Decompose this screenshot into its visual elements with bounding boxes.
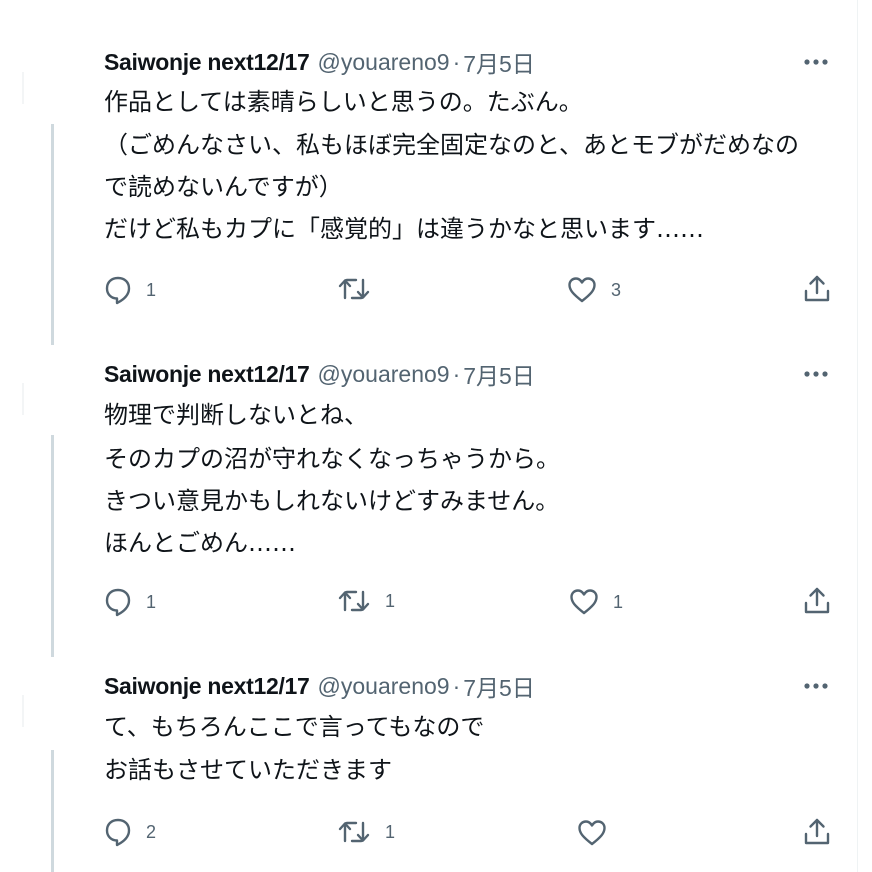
- heart-icon: [567, 276, 597, 304]
- retweet-button[interactable]: 1: [337, 818, 395, 846]
- reply-bubble-icon: [104, 587, 132, 617]
- author-handle[interactable]: @youareno9: [318, 49, 450, 76]
- author-handle[interactable]: @youareno9: [318, 361, 450, 388]
- heart-icon: [577, 819, 607, 847]
- retweet-icon: [337, 587, 371, 615]
- tweet-text-line: で読めないんですが）: [104, 173, 343, 201]
- tweet-text-line: そのカプの沼が守れなくなっちゃうから。: [104, 445, 560, 473]
- author-name[interactable]: Saiwonje next12/17: [104, 673, 310, 700]
- tweet-text-line: だけど私もカプに「感覚的」は違うかなと思います……: [104, 215, 704, 243]
- heart-icon: [569, 588, 599, 616]
- retweet-icon: [337, 275, 371, 303]
- share-upload-icon: [803, 817, 831, 847]
- reply-bubble-icon: [104, 817, 132, 847]
- retweet-button[interactable]: 1: [337, 587, 395, 615]
- tweet-text-line: て、もちろんここで言ってもなので: [104, 713, 485, 741]
- more-icon[interactable]: [796, 45, 836, 79]
- share-button[interactable]: [803, 817, 831, 847]
- tweet-date[interactable]: 7月5日: [463, 357, 535, 391]
- thread-line: [51, 124, 54, 345]
- more-icon[interactable]: [796, 357, 836, 391]
- avatar-placeholder: [22, 695, 24, 727]
- share-button[interactable]: [803, 586, 831, 616]
- like-count: 3: [611, 279, 622, 300]
- tweet-text-line: 物理で判断しないとね、: [104, 401, 368, 429]
- tweet[interactable]: Saiwonje next12/17 @youareno9 · 7月5日 て、も…: [0, 657, 857, 872]
- tweet-text-line: ほんとごめん……: [104, 529, 296, 557]
- separator-dot: ·: [452, 48, 461, 75]
- tweet-date[interactable]: 7月5日: [463, 45, 535, 79]
- tweet-date[interactable]: 7月5日: [463, 669, 535, 703]
- author-handle[interactable]: @youareno9: [318, 673, 450, 700]
- tweet[interactable]: Saiwonje next12/17 @youareno9 · 7月5日 物理で…: [0, 345, 857, 657]
- retweet-button[interactable]: [337, 275, 385, 303]
- more-icon[interactable]: [796, 669, 836, 703]
- share-upload-icon: [803, 586, 831, 616]
- retweet-icon: [337, 818, 371, 846]
- reply-button[interactable]: 2: [104, 817, 156, 847]
- separator-dot: ·: [452, 360, 461, 387]
- share-button[interactable]: [803, 274, 831, 304]
- reply-count: 1: [146, 279, 157, 300]
- like-count: 1: [613, 591, 624, 612]
- like-button[interactable]: 3: [567, 276, 621, 304]
- author-name[interactable]: Saiwonje next12/17: [104, 49, 310, 76]
- share-upload-icon: [803, 274, 831, 304]
- author-name[interactable]: Saiwonje next12/17: [104, 361, 310, 388]
- tweet-text-line: お話もさせていただきます: [104, 756, 392, 784]
- tweet-text-line: （ごめんなさい、私もほぼ完全固定なのと、あとモブがだめなの: [104, 131, 800, 159]
- thread-line: [51, 435, 54, 657]
- avatar-placeholder: [22, 72, 24, 104]
- tweet-text-line: 作品としては素晴らしいと思うの。たぶん。: [104, 88, 583, 116]
- tweet-header: Saiwonje next12/17 @youareno9 · 7月5日: [104, 669, 535, 703]
- separator-dot: ·: [452, 672, 461, 699]
- like-button[interactable]: [577, 819, 621, 847]
- tweet-header: Saiwonje next12/17 @youareno9 · 7月5日: [104, 45, 535, 79]
- reply-bubble-icon: [104, 275, 132, 305]
- avatar-placeholder: [22, 383, 24, 415]
- thread-line: [51, 750, 54, 872]
- reply-count: 1: [146, 591, 157, 612]
- retweet-count: 1: [385, 821, 396, 842]
- retweet-count: 1: [385, 590, 396, 611]
- reply-button[interactable]: 1: [104, 275, 156, 305]
- timeline-right-border: [857, 0, 858, 872]
- reply-button[interactable]: 1: [104, 587, 156, 617]
- reply-count: 2: [146, 821, 157, 842]
- like-button[interactable]: 1: [569, 588, 623, 616]
- tweet-header: Saiwonje next12/17 @youareno9 · 7月5日: [104, 357, 535, 391]
- tweet[interactable]: Saiwonje next12/17 @youareno9 · 7月5日 作品と…: [0, 0, 857, 345]
- tweet-text-line: きつい意見かもしれないけどすみません。: [104, 487, 560, 515]
